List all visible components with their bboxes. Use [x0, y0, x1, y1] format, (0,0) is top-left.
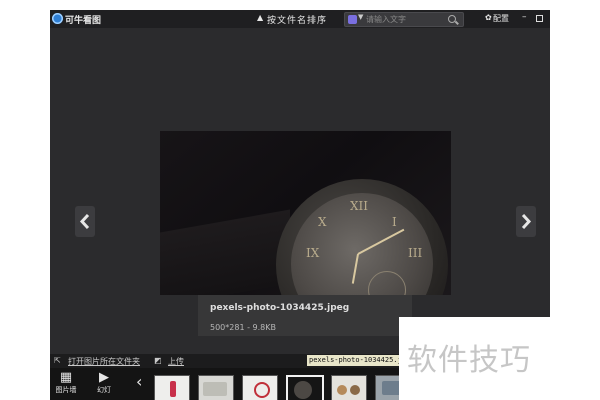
photo-wall-button[interactable]: ▦ 图片墙 — [52, 370, 80, 400]
thumbnail-selected[interactable] — [286, 375, 324, 400]
slideshow-button[interactable]: ▶ 幻灯 — [90, 370, 118, 400]
chevron-down-icon[interactable]: ▼ — [358, 13, 363, 21]
settings-button[interactable]: 配置 — [493, 13, 509, 24]
watermark: 软件技巧 — [399, 317, 600, 400]
thumbnail[interactable] — [331, 375, 367, 400]
file-dimensions-size: 500*281 - 9.8KB — [210, 323, 276, 332]
chevron-left-icon — [79, 214, 90, 229]
play-icon: ▶ — [99, 370, 109, 385]
open-folder-icon[interactable]: ⇱ — [54, 356, 61, 365]
app-title: 可牛看图 — [65, 16, 102, 26]
grid-icon: ▦ — [59, 370, 73, 385]
search-box: ▼ — [344, 12, 464, 27]
file-name: pexels-photo-1034425.jpeg — [210, 303, 350, 313]
displayed-photo[interactable]: XII III IX VI X I — [160, 131, 451, 295]
next-image-button[interactable] — [516, 206, 536, 237]
search-input[interactable] — [366, 13, 444, 25]
search-engine-icon[interactable] — [348, 15, 357, 24]
minimize-icon[interactable]: – — [522, 12, 527, 22]
chevron-left-icon[interactable]: ‹ — [136, 372, 142, 391]
chevron-right-icon — [521, 214, 532, 229]
search-icon[interactable] — [448, 15, 456, 23]
maximize-icon[interactable] — [536, 15, 543, 22]
gear-icon[interactable]: ✿ — [485, 13, 492, 22]
thumbnail[interactable] — [154, 375, 190, 400]
upload-icon[interactable]: ◩ — [154, 356, 162, 365]
app-logo-icon — [52, 13, 63, 24]
sort-up-icon[interactable]: ▲ — [257, 13, 263, 22]
sort-by-filename-button[interactable]: 按文件名排序 — [267, 13, 327, 26]
thumbnail[interactable] — [242, 375, 278, 400]
thumbnail[interactable] — [198, 375, 234, 400]
image-info-panel: pexels-photo-1034425.jpeg 500*281 - 9.8K… — [198, 295, 412, 336]
title-bar: 可牛看图 ▲ 按文件名排序 ▼ ✿ 配置 – — [50, 10, 550, 28]
previous-image-button[interactable] — [75, 206, 95, 237]
upload-link[interactable]: 上传 — [168, 356, 184, 367]
open-folder-link[interactable]: 打开图片所在文件夹 — [68, 356, 140, 367]
